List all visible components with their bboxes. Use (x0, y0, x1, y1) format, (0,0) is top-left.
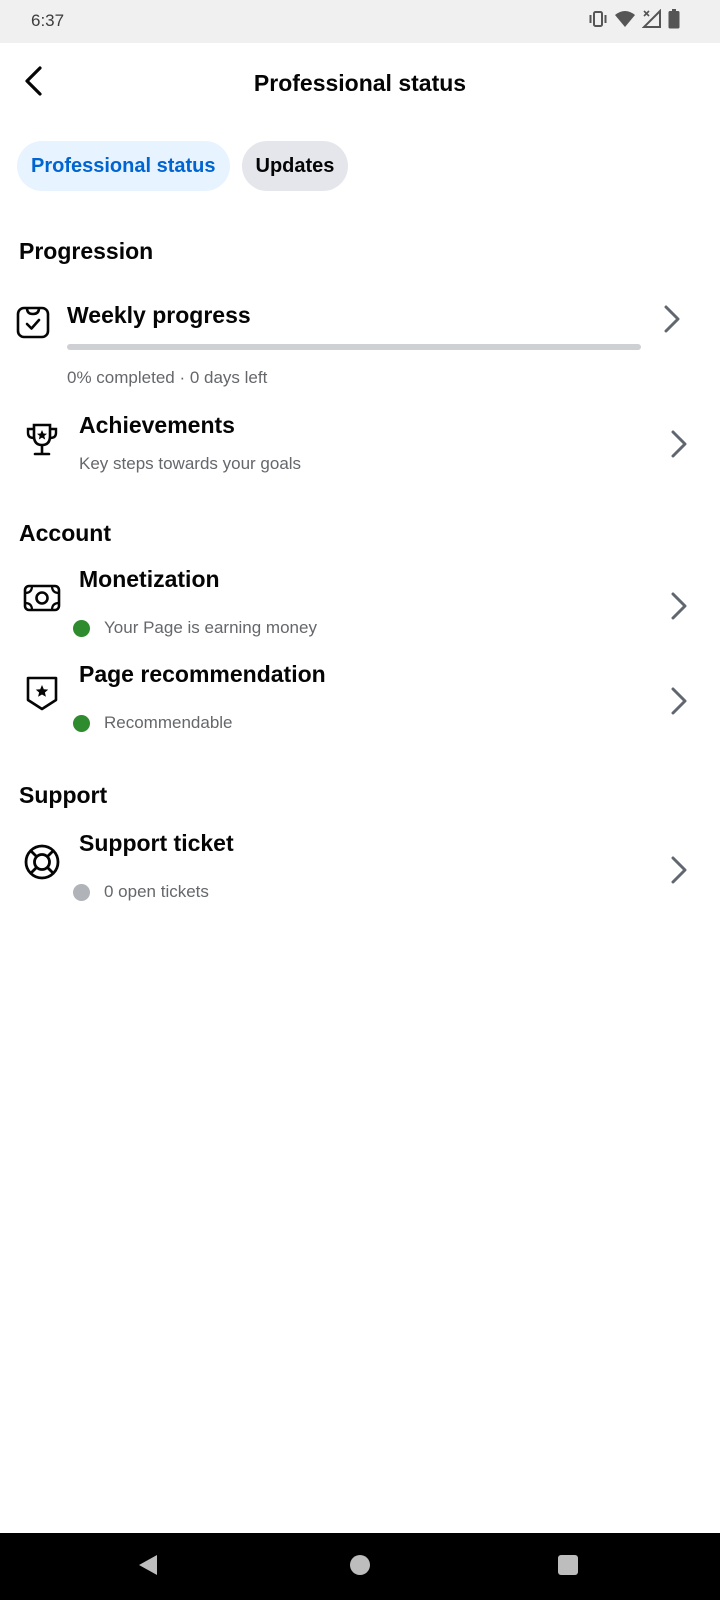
status-icons (588, 8, 680, 34)
weekly-progress-bar (67, 344, 641, 350)
tab-bar: Professional status Updates (17, 141, 349, 191)
section-title-account: Account (19, 520, 111, 546)
tab-professional-status[interactable]: Professional status (17, 141, 230, 191)
signal-icon (641, 8, 662, 34)
weekly-progress-row[interactable]: Weekly progress 0% completed · 0 days le… (0, 290, 720, 390)
money-icon (22, 578, 62, 618)
status-dot-green (73, 715, 90, 732)
nav-back-icon (137, 1553, 159, 1582)
support-ticket-status: 0 open tickets (104, 882, 209, 901)
battery-icon (668, 8, 680, 34)
achievements-subtitle: Key steps towards your goals (79, 454, 302, 473)
page-recommendation-status: Recommendable (104, 713, 233, 732)
status-time: 6:37 (31, 11, 65, 30)
weekly-progress-title: Weekly progress (67, 302, 251, 328)
page-recommendation-title: Page recommendation (79, 661, 326, 687)
wifi-icon (614, 10, 636, 33)
nav-home-icon (349, 1554, 371, 1581)
monetization-title: Monetization (79, 566, 220, 592)
section-title-support: Support (19, 782, 108, 808)
vibrate-icon (588, 10, 608, 33)
achievements-title: Achievements (79, 412, 235, 438)
trophy-icon (22, 420, 62, 460)
calendar-check-icon (13, 302, 53, 342)
support-ticket-title: Support ticket (79, 830, 234, 856)
chevron-right-icon (666, 588, 692, 624)
monetization-row[interactable]: Monetization Your Page is earning money (0, 566, 720, 646)
system-nav-bar (0, 1533, 720, 1600)
status-dot-gray (73, 884, 90, 901)
page-title: Professional status (253, 70, 467, 96)
lifebuoy-icon (22, 842, 62, 882)
section-title-progression: Progression (19, 238, 154, 264)
tab-updates[interactable]: Updates (241, 141, 349, 191)
nav-home-button[interactable] (343, 1550, 377, 1584)
header: Professional status (0, 43, 720, 123)
weekly-progress-detail: 0% completed · 0 days left (67, 368, 268, 387)
shield-star-icon (22, 673, 62, 713)
chevron-right-icon (666, 852, 692, 888)
nav-recents-button[interactable] (551, 1550, 585, 1584)
nav-back-button[interactable] (131, 1550, 165, 1584)
chevron-right-icon (666, 683, 692, 719)
status-bar: 6:37 (0, 0, 720, 43)
monetization-status: Your Page is earning money (104, 618, 317, 637)
chevron-right-icon (666, 426, 692, 462)
chevron-right-icon (659, 301, 685, 337)
support-ticket-row[interactable]: Support ticket 0 open tickets (0, 830, 720, 910)
status-dot-green (73, 620, 90, 637)
nav-recents-icon (557, 1554, 579, 1581)
achievements-row[interactable]: Achievements Key steps towards your goal… (0, 412, 720, 482)
page-recommendation-row[interactable]: Page recommendation Recommendable (0, 661, 720, 741)
